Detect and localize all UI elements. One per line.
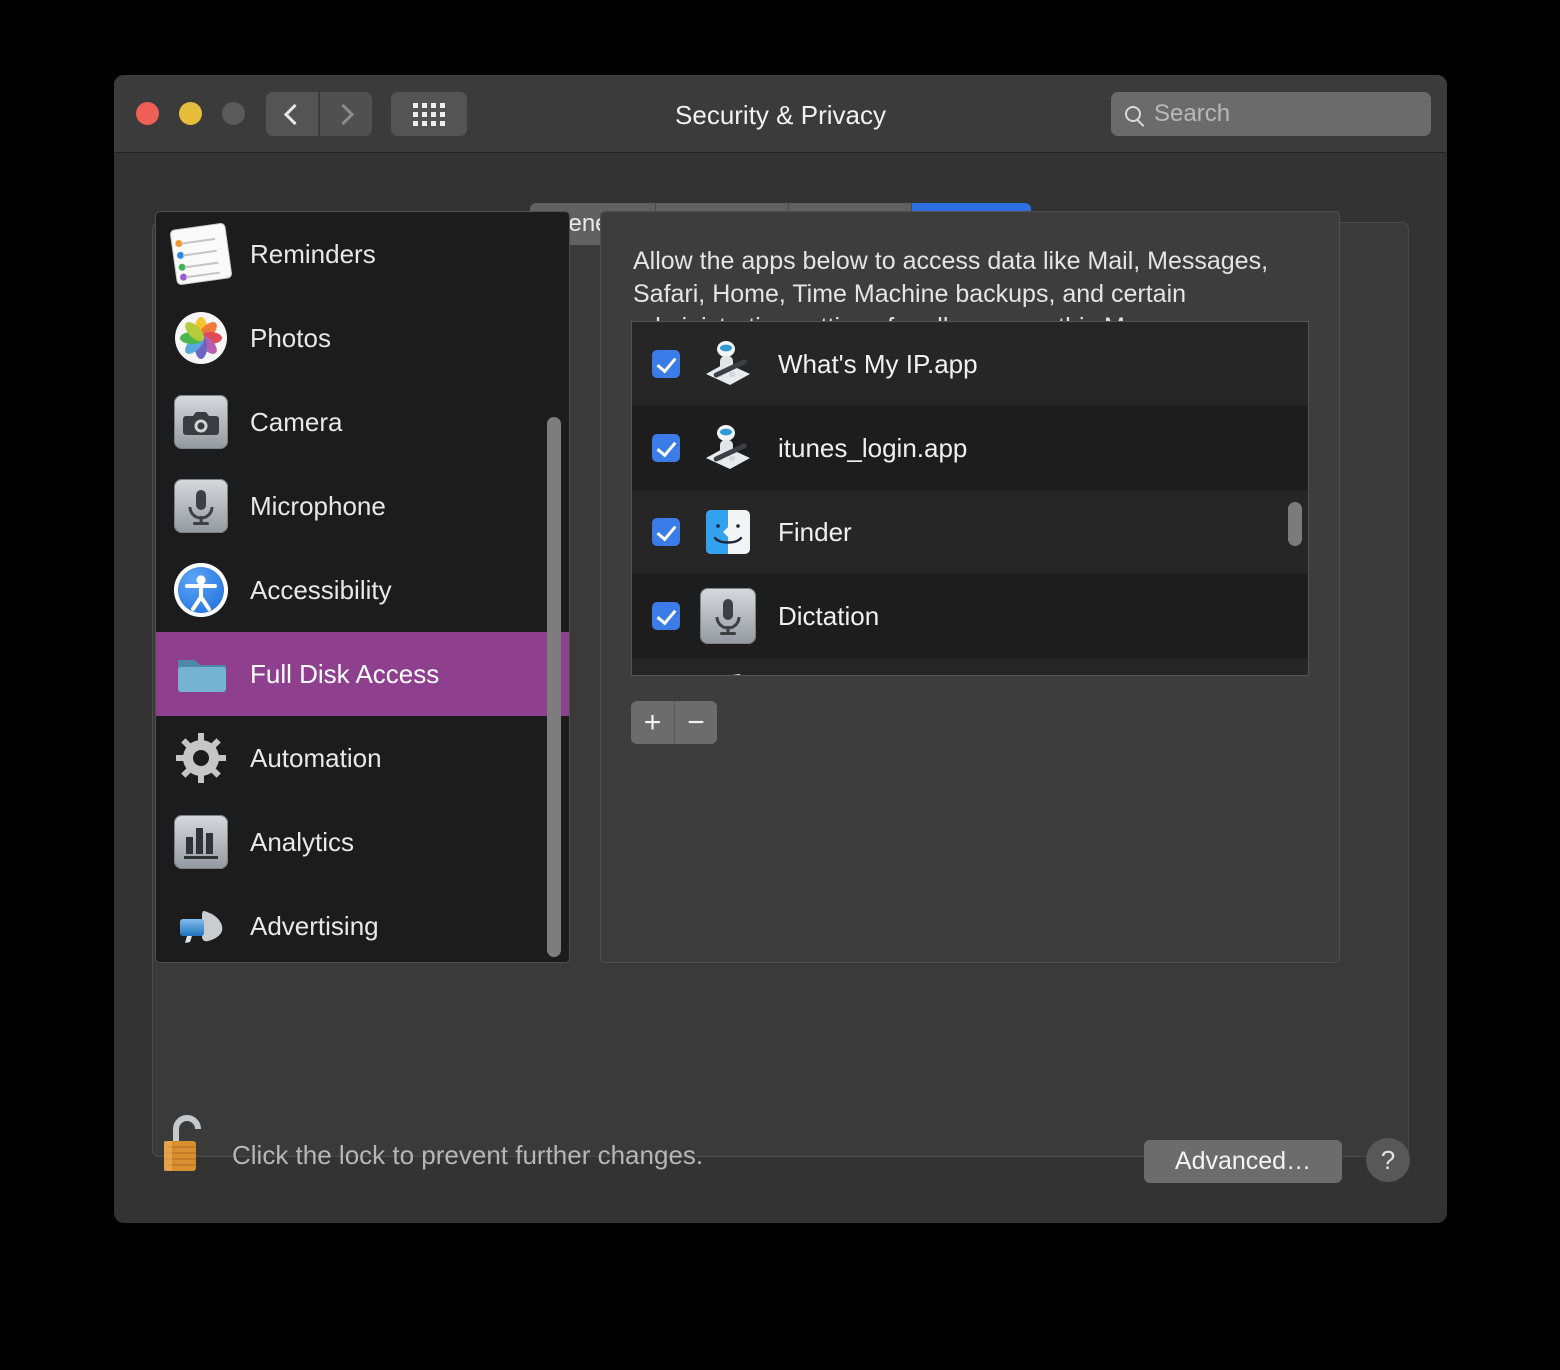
sidebar-item-camera[interactable]: Camera [156,380,569,464]
photos-icon [174,311,228,365]
sidebar-item-automation[interactable]: Automation [156,716,569,800]
sidebar-item-full-disk-access[interactable]: Full Disk Access [156,632,569,716]
sidebar-scrollbar-thumb[interactable] [547,417,561,957]
sidebar-item-label: Photos [250,322,331,353]
sidebar-item-label: Accessibility [250,574,392,605]
table-row[interactable]: Finder [632,490,1308,574]
camera-icon [174,395,228,449]
sidebar-item-label: Automation [250,742,382,773]
microphone-icon [700,588,756,644]
app-name: What's My IP.app [778,348,978,379]
sidebar-item-label: Analytics [250,826,355,857]
document-icon [700,672,756,675]
sidebar-item-advertising[interactable]: Advertising [156,884,569,962]
privacy-category-list[interactable]: Reminders Photos Camera Microphone Acces… [155,211,570,963]
lock-message: Click the lock to prevent further change… [232,1140,704,1170]
sidebar-item-label: Full Disk Access [250,658,440,689]
unlocked-padlock-icon[interactable] [162,1110,218,1180]
app-list-scrollbar[interactable] [1286,322,1306,675]
app-checkbox[interactable] [652,350,680,378]
app-list-scrollbar-thumb[interactable] [1288,502,1302,546]
search-icon [1125,106,1141,122]
security-privacy-window: Security & Privacy Search General FileVa… [114,75,1447,1223]
search-placeholder: Search [1154,100,1231,127]
accessibility-icon [174,563,228,617]
sidebar-item-label: Advertising [250,910,379,941]
app-checkbox[interactable] [652,518,680,546]
full-disk-access-panel: Allow the apps below to access data like… [600,211,1340,963]
add-app-button[interactable]: + [631,701,674,744]
sidebar-item-label: Camera [250,406,343,437]
sidebar-item-photos[interactable]: Photos [156,296,569,380]
folder-icon [174,647,228,701]
sidebar-item-analytics[interactable]: Analytics [156,800,569,884]
sidebar-item-accessibility[interactable]: Accessibility [156,548,569,632]
finder-icon [700,504,756,560]
automator-robot-icon [700,420,756,476]
sidebar-item-reminders[interactable]: Reminders [156,212,569,296]
app-name: itunes_login.app [778,432,968,463]
table-row[interactable] [632,658,1308,675]
app-name: Finder [778,516,852,547]
sidebar-item-microphone[interactable]: Microphone [156,464,569,548]
help-button[interactable]: ? [1366,1138,1410,1182]
gear-icon [174,731,228,785]
sidebar-scrollbar[interactable] [544,212,566,962]
app-name: Dictation [778,600,880,631]
megaphone-icon [174,899,228,953]
remove-app-button[interactable]: − [674,701,717,744]
sidebar-item-label: Reminders [250,238,376,269]
table-row[interactable]: What's My IP.app [632,322,1308,406]
microphone-icon [174,479,228,533]
app-checkbox[interactable] [652,602,680,630]
automator-robot-icon [700,336,756,392]
add-remove-button-group: + − [631,701,717,744]
sidebar-item-label: Microphone [250,490,386,521]
analytics-icon [174,815,228,869]
reminders-icon [170,223,232,285]
search-field[interactable]: Search [1111,92,1431,136]
allowed-apps-list[interactable]: What's My IP.app itunes_login.app Finder… [631,321,1309,676]
table-row[interactable]: itunes_login.app [632,406,1308,490]
window-titlebar: Security & Privacy Search [114,75,1447,153]
advanced-button[interactable]: Advanced… [1144,1140,1342,1183]
app-checkbox[interactable] [652,434,680,462]
table-row[interactable]: Dictation [632,574,1308,658]
